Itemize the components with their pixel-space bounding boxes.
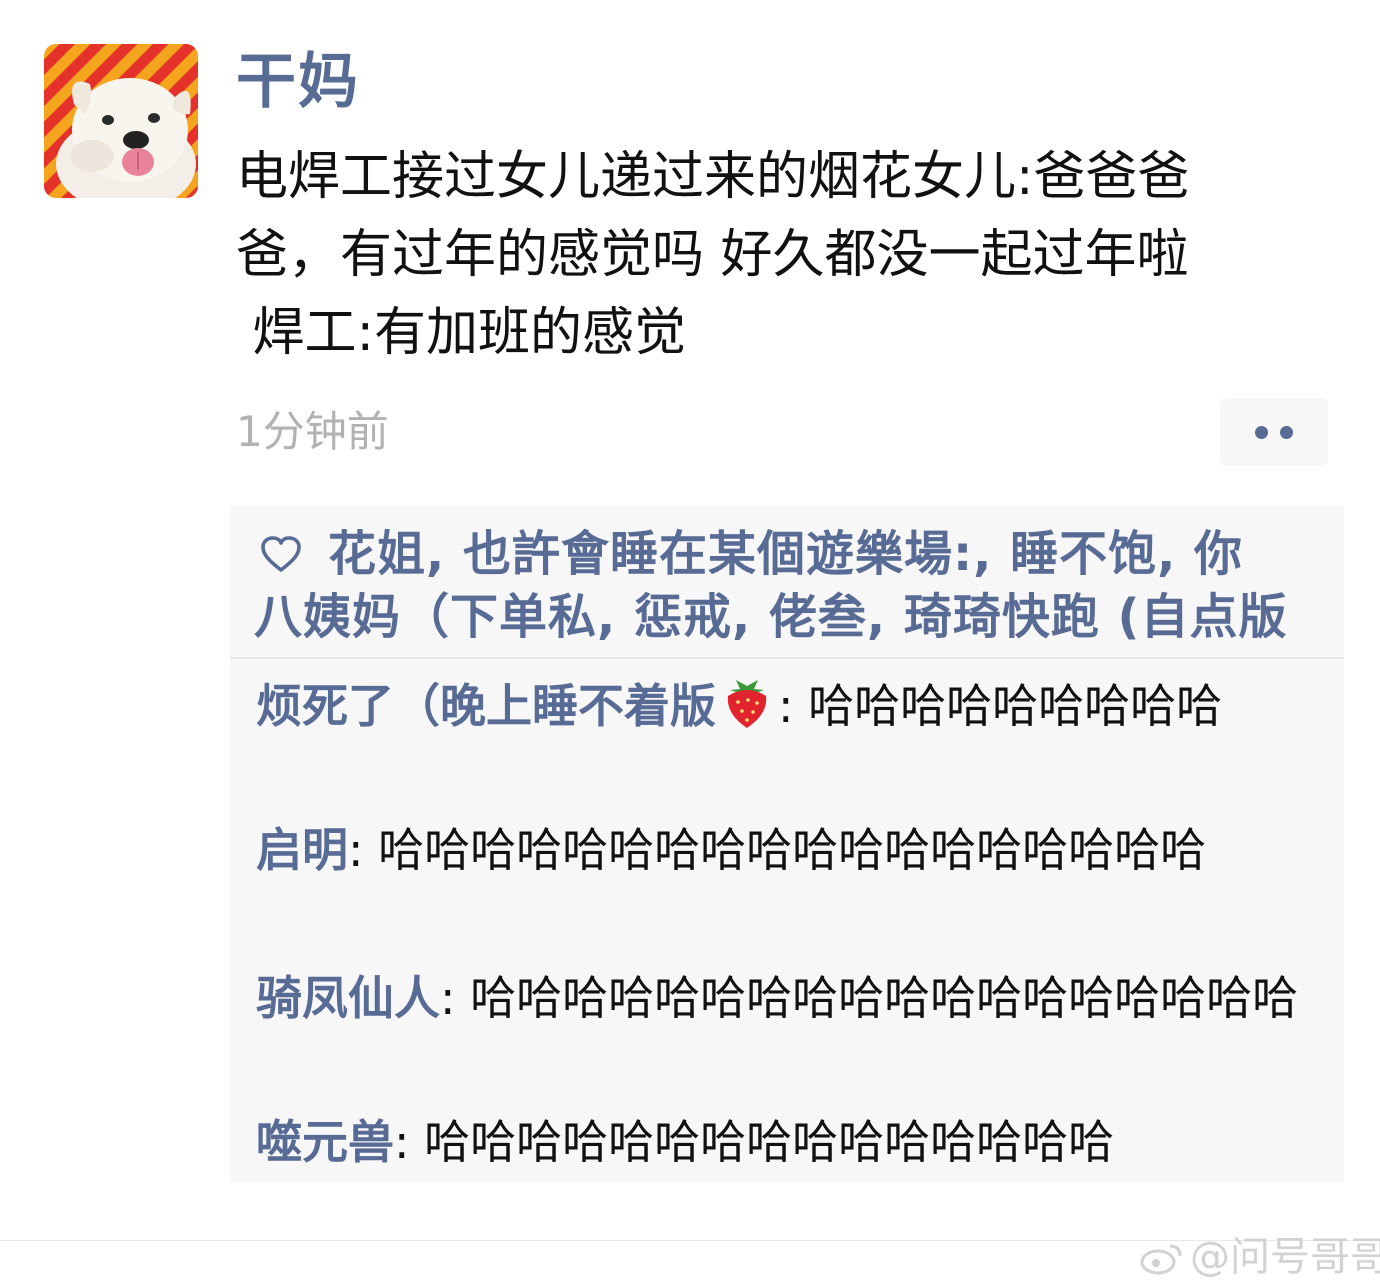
post-text: 电焊工接过女儿递过来的烟花女儿:爸爸爸 爸，有过年的感觉吗 好久都没一起过年啦 … bbox=[236, 138, 1346, 372]
comment-author[interactable]: 烦死了（晚上睡不着版 bbox=[256, 679, 716, 733]
comment-separator: : bbox=[348, 823, 379, 877]
post-text-line: 爸，有过年的感觉吗 好久都没一起过年啦 bbox=[236, 225, 1189, 285]
comment-text: 哈哈哈哈哈哈哈哈哈哈哈哈哈哈哈 bbox=[424, 1115, 1115, 1169]
comment-author[interactable]: 启明 bbox=[256, 823, 348, 877]
likes-names-line[interactable]: 八姨妈（下单私, 惩戒, 佬叁, 琦琦快跑 (自点版 bbox=[254, 587, 1340, 647]
strawberry-icon bbox=[722, 672, 772, 744]
likes-divider bbox=[230, 657, 1344, 659]
post-timestamp: 1分钟前 bbox=[236, 407, 389, 456]
more-dot-icon bbox=[1280, 425, 1293, 439]
more-dot-icon bbox=[1255, 425, 1268, 439]
likes-names-line[interactable]: 花姐, 也許會睡在某個遊樂場:, 睡不饱, 你 bbox=[328, 526, 1243, 582]
more-actions-button[interactable] bbox=[1220, 398, 1328, 466]
comment-separator: : bbox=[394, 1115, 425, 1169]
comment-item[interactable]: 启明: 哈哈哈哈哈哈哈哈哈哈哈哈哈哈哈哈哈哈 bbox=[256, 820, 1326, 880]
comment-text: 哈哈哈哈哈哈哈哈哈哈哈哈哈哈哈哈哈哈 bbox=[378, 823, 1207, 877]
comment-author[interactable]: 噬元兽 bbox=[256, 1115, 394, 1169]
dog-avatar-icon bbox=[44, 44, 198, 198]
comment-separator: : bbox=[440, 971, 471, 1025]
heart-outline-icon bbox=[260, 527, 306, 587]
likes-list: 花姐, 也許會睡在某個遊樂場:, 睡不饱, 你 八姨妈（下单私, 惩戒, 佬叁,… bbox=[254, 524, 1340, 647]
comment-text: 哈哈哈哈哈哈哈哈哈哈哈哈哈哈哈哈哈哈 bbox=[470, 971, 1299, 1025]
comment-item[interactable]: 骑凤仙人: 哈哈哈哈哈哈哈哈哈哈哈哈哈哈哈哈哈哈 bbox=[256, 968, 1326, 1028]
watermark: @问号哥哥 bbox=[1140, 1232, 1380, 1288]
weibo-logo-icon bbox=[1140, 1238, 1184, 1288]
comments-panel: 花姐, 也許會睡在某個遊樂場:, 睡不饱, 你 八姨妈（下单私, 惩戒, 佬叁,… bbox=[230, 506, 1344, 1182]
comment-item[interactable]: 噬元兽: 哈哈哈哈哈哈哈哈哈哈哈哈哈哈哈 bbox=[256, 1112, 1326, 1172]
post-text-line: 电焊工接过女儿递过来的烟花女儿:爸爸爸 bbox=[236, 147, 1190, 207]
watermark-text: @问号哥哥 bbox=[1190, 1234, 1380, 1280]
comment-item[interactable]: 烦死了（晚上睡不着版 : 哈哈哈哈哈哈哈哈哈 bbox=[256, 672, 1326, 744]
avatar[interactable] bbox=[44, 44, 198, 198]
post-text-line: 焊工:有加班的感觉 bbox=[236, 303, 687, 363]
comment-author[interactable]: 骑凤仙人 bbox=[256, 971, 440, 1025]
comment-text: 哈哈哈哈哈哈哈哈哈 bbox=[808, 679, 1223, 733]
author-name[interactable]: 干妈 bbox=[236, 44, 360, 120]
comment-separator: : bbox=[778, 679, 809, 733]
